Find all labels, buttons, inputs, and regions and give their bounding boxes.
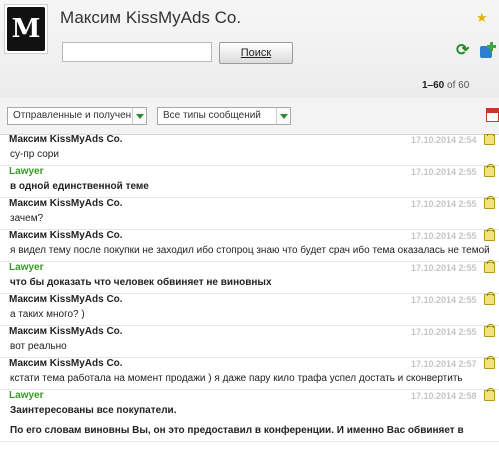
message-body: су-пр сори <box>0 146 499 165</box>
message-row[interactable]: Максим KissMyAds Co. 17.10.2014 2:55 зачем… <box>0 196 499 230</box>
message-timestamp: 17.10.2014 2:55 <box>411 295 477 305</box>
message-text: а таких много? ) <box>10 309 85 320</box>
pagination-of: of <box>447 80 456 91</box>
message-body: зачем? <box>0 210 499 229</box>
pagination-total: 60 <box>458 80 470 91</box>
message-text: зачем? <box>10 213 44 224</box>
message-row[interactable]: Максим KissMyAds Co. 17.10.2014 2:55 а так… <box>0 292 499 326</box>
message-body: в одной единственной теме <box>0 178 499 197</box>
message-row[interactable]: Максим KissMyAds Co. 17.10.2014 2:57 кстат… <box>0 356 499 390</box>
lock-icon[interactable] <box>484 228 495 241</box>
message-header: Максим KissMyAds Co. 17.10.2014 2:55 <box>0 292 499 306</box>
lock-icon[interactable] <box>484 356 495 369</box>
message-timestamp: 17.10.2014 2:57 <box>411 359 477 369</box>
message-row[interactable]: Lawyer 17.10.2014 2:55 что бы доказать что… <box>0 260 499 294</box>
message-author[interactable]: Максим KissMyAds Co. <box>9 134 123 146</box>
message-author[interactable]: Максим KissMyAds Co. <box>9 326 123 338</box>
message-header: Максим KissMyAds Co. 17.10.2014 2:57 <box>0 356 499 370</box>
pagination: 1–60 of 60 <box>422 80 469 91</box>
lock-icon[interactable] <box>484 134 495 145</box>
star-icon[interactable]: ★ <box>476 10 488 26</box>
message-author[interactable]: Lawyer <box>9 262 43 274</box>
message-body: Заинтересованы все покупатели. По его сло… <box>0 402 499 441</box>
search-button[interactable]: Поиск <box>219 42 293 64</box>
message-row[interactable]: Максим KissMyAds Co. 17.10.2014 2:55 вот р… <box>0 324 499 358</box>
message-header: Lawyer 17.10.2014 2:58 <box>0 388 499 402</box>
lock-icon[interactable] <box>484 196 495 209</box>
message-text: в одной единственной теме <box>10 181 149 192</box>
type-filter-dropdown[interactable]: Все типы сообщений <box>157 107 291 125</box>
type-filter-value: Все типы сообщений <box>163 110 261 121</box>
conversation-header: M Максим KissMyAds Co. ★ Поиск ⟳ 1–60 of… <box>0 0 499 99</box>
message-row[interactable]: Максим KissMyAds Co. 17.10.2014 2:54 су-пр… <box>0 134 499 166</box>
avatar-monogram: M <box>7 7 45 51</box>
message-body: что бы доказать что человек обвиняет не … <box>0 274 499 293</box>
message-row[interactable]: Lawyer 17.10.2014 2:55 в одной единственно… <box>0 164 499 198</box>
message-text: что бы доказать что человек обвиняет не … <box>10 277 272 288</box>
lock-icon[interactable] <box>484 164 495 177</box>
message-text: су-пр сори <box>10 149 59 160</box>
message-header: Lawyer 17.10.2014 2:55 <box>0 164 499 178</box>
direction-filter-value: Отправленные и получен… <box>13 110 142 121</box>
message-author[interactable]: Максим KissMyAds Co. <box>9 230 123 242</box>
message-header: Максим KissMyAds Co. 17.10.2014 2:55 <box>0 324 499 338</box>
message-list[interactable]: Максим KissMyAds Co. 17.10.2014 2:54 су-пр… <box>0 134 499 449</box>
message-author[interactable]: Максим KissMyAds Co. <box>9 358 123 370</box>
contact-name: Максим KissMyAds Co. <box>60 8 242 27</box>
message-timestamp: 17.10.2014 2:58 <box>411 391 477 401</box>
message-header: Максим KissMyAds Co. 17.10.2014 2:54 <box>0 134 499 146</box>
message-author[interactable]: Lawyer <box>9 166 43 178</box>
message-author[interactable]: Максим KissMyAds Co. <box>9 294 123 306</box>
message-header: Максим KissMyAds Co. 17.10.2014 2:55 <box>0 196 499 210</box>
lock-icon[interactable] <box>484 388 495 401</box>
message-author[interactable]: Lawyer <box>9 390 43 402</box>
message-timestamp: 17.10.2014 2:55 <box>411 199 477 209</box>
message-row[interactable]: Максим KissMyAds Co. 17.10.2014 2:55 я вид… <box>0 228 499 262</box>
search-input[interactable] <box>62 42 212 62</box>
lock-icon[interactable] <box>484 292 495 305</box>
message-timestamp: 17.10.2014 2:55 <box>411 231 477 241</box>
add-contact-icon[interactable] <box>478 42 499 60</box>
chevron-down-icon[interactable] <box>276 108 290 124</box>
message-timestamp: 17.10.2014 2:54 <box>411 135 477 145</box>
message-header: Максим KissMyAds Co. 17.10.2014 2:55 <box>0 228 499 242</box>
filter-bar: Отправленные и получен… Все типы сообщен… <box>0 98 499 135</box>
message-body: вот реально <box>0 338 499 357</box>
message-text: кстати тема работала на момент продажи )… <box>10 373 463 384</box>
message-timestamp: 17.10.2014 2:55 <box>411 263 477 273</box>
message-timestamp: 17.10.2014 2:55 <box>411 327 477 337</box>
avatar[interactable]: M <box>4 4 48 54</box>
message-body: а таких много? ) <box>0 306 499 325</box>
chevron-down-icon[interactable] <box>132 108 146 124</box>
lock-icon[interactable] <box>484 324 495 337</box>
message-timestamp: 17.10.2014 2:55 <box>411 167 477 177</box>
message-body: я видел тему после покупки не заходил иб… <box>0 242 499 261</box>
message-text: вот реально <box>10 341 67 352</box>
refresh-icon[interactable]: ⟳ <box>456 43 470 59</box>
message-text: Заинтересованы все покупатели. <box>10 405 177 416</box>
message-author[interactable]: Максим KissMyAds Co. <box>9 198 123 210</box>
message-body: кстати тема работала на момент продажи )… <box>0 370 499 389</box>
direction-filter-dropdown[interactable]: Отправленные и получен… <box>7 107 147 125</box>
lock-icon[interactable] <box>484 260 495 273</box>
message-row[interactable]: Lawyer 17.10.2014 2:58 Заинтересованы все … <box>0 388 499 442</box>
message-header: Lawyer 17.10.2014 2:55 <box>0 260 499 274</box>
message-text: По его словам виновны Вы, он это предост… <box>10 425 464 436</box>
calendar-icon[interactable] <box>486 108 499 122</box>
message-text: я видел тему после покупки не заходил иб… <box>10 245 490 256</box>
pagination-range: 1–60 <box>422 80 445 91</box>
